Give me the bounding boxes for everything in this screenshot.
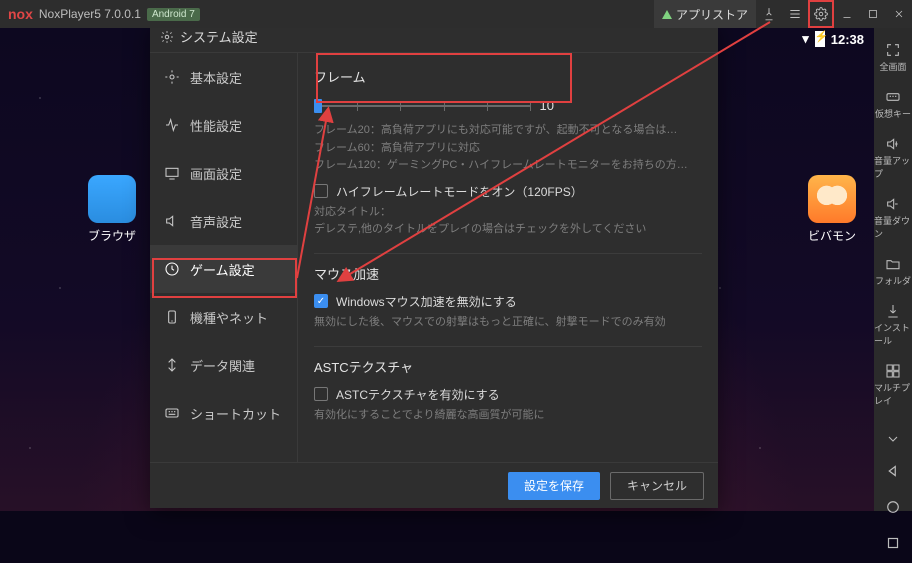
hfr-checkbox[interactable] (314, 184, 328, 198)
clock-label: 12:38 (831, 32, 864, 47)
mouse-note: 無効にした後、マウスでの射撃はもっと正確に、射撃モードでのみ有効 (314, 314, 702, 332)
sidebar-item-screen[interactable]: 画面設定 (150, 149, 297, 197)
pin-button[interactable] (756, 0, 782, 28)
maximize-button[interactable] (860, 0, 886, 28)
settings-content: フレーム 10 フレーム20：高負荷アプリにも対応可能ですが、起動不可となる場合… (298, 53, 718, 462)
hfr-checkbox-row[interactable]: ハイフレームレートモードをオン（120FPS） (314, 183, 702, 200)
toolbar-install[interactable]: インストール (874, 297, 912, 353)
dialog-title: システム設定 (180, 27, 258, 46)
sidebar-item-data[interactable]: データ関連 (150, 341, 297, 389)
desktop-icon-browser[interactable]: ブラウザ (82, 175, 142, 244)
wifi-icon: ▾ (802, 31, 809, 47)
browser-label: ブラウザ (82, 227, 142, 244)
save-button[interactable]: 設定を保存 (508, 472, 600, 500)
nav-home[interactable] (874, 493, 912, 521)
mouse-checkbox[interactable]: ✓ (314, 294, 328, 308)
right-toolbar: 全画面 仮想キー 音量アップ 音量ダウン フォルダ インストール マルチプレイ (874, 28, 912, 511)
hfr-label: ハイフレームレートモードをオン（120FPS） (336, 183, 583, 200)
frame-slider[interactable]: 10 (314, 96, 554, 116)
frame-hint-120: フレーム120：ゲーミングPC・ハイフレームレートモニターをお持ちの方… (314, 157, 702, 175)
toolbar-volume-down[interactable]: 音量ダウン (874, 190, 912, 246)
vivamon-label: ビバモン (802, 227, 862, 244)
appstore-label: アプリストア (676, 6, 748, 23)
cancel-button[interactable]: キャンセル (610, 472, 704, 500)
mouse-section-title: マウス加速 (314, 264, 702, 283)
frame-slider-thumb[interactable] (314, 99, 322, 113)
minimize-button[interactable] (834, 0, 860, 28)
play-icon (662, 10, 672, 19)
browser-icon (88, 175, 136, 223)
system-settings-dialog: システム設定 基本設定 性能設定 画面設定 音声設定 ゲーム設定 機種やネット … (150, 21, 718, 508)
frame-value: 10 (540, 98, 554, 113)
frame-section-title: フレーム (314, 67, 702, 86)
sidebar-item-audio[interactable]: 音声設定 (150, 197, 297, 245)
frame-hint-20: フレーム20：高負荷アプリにも対応可能ですが、起動不可となる場合は… (314, 122, 702, 140)
sidebar-item-device[interactable]: 機種やネット (150, 293, 297, 341)
menu-button[interactable] (782, 0, 808, 28)
battery-icon (815, 31, 825, 47)
astc-section-title: ASTCテクスチャ (314, 357, 702, 376)
hfr-note-2: デレステ,他のタイトルをプレイの場合はチェックを外してください (314, 221, 702, 239)
mouse-checkbox-row[interactable]: ✓ Windowsマウス加速を無効にする (314, 293, 702, 310)
toolbar-folder[interactable]: フォルダ (874, 250, 912, 293)
settings-sidebar: 基本設定 性能設定 画面設定 音声設定 ゲーム設定 機種やネット データ関連 シ… (150, 53, 298, 462)
nav-recent[interactable] (874, 529, 912, 557)
android-status-bar: ▾ 12:38 (802, 28, 874, 50)
toolbar-multiplay[interactable]: マルチプレイ (874, 357, 912, 413)
mouse-label: Windowsマウス加速を無効にする (336, 293, 517, 310)
toolbar-fullscreen[interactable]: 全画面 (874, 36, 912, 79)
app-title: NoxPlayer5 7.0.0.1 (39, 7, 141, 21)
gear-icon (160, 30, 174, 44)
android-badge: Android 7 (147, 8, 200, 21)
nav-back[interactable] (874, 457, 912, 485)
brand-logo: nox (8, 6, 33, 22)
hfr-note-1: 対応タイトル： (314, 204, 702, 222)
astc-checkbox[interactable] (314, 387, 328, 401)
toolbar-more[interactable] (874, 425, 912, 453)
astc-checkbox-row[interactable]: ASTCテクスチャを有効にする (314, 386, 702, 403)
desktop-icon-vivamon[interactable]: ビバモン (802, 175, 862, 244)
sidebar-item-basic[interactable]: 基本設定 (150, 53, 297, 101)
frame-hint-60: フレーム60：高負荷アプリに対応 (314, 140, 702, 158)
sidebar-item-game[interactable]: ゲーム設定 (150, 245, 297, 293)
astc-label: ASTCテクスチャを有効にする (336, 386, 500, 403)
dialog-footer: 設定を保存 キャンセル (150, 462, 718, 508)
title-bar: nox NoxPlayer5 7.0.0.1 Android 7 アプリストア (0, 0, 912, 28)
toolbar-volume-up[interactable]: 音量アップ (874, 130, 912, 186)
sidebar-item-performance[interactable]: 性能設定 (150, 101, 297, 149)
vivamon-icon (808, 175, 856, 223)
sidebar-item-shortcut[interactable]: ショートカット (150, 389, 297, 437)
appstore-button[interactable]: アプリストア (654, 0, 756, 28)
astc-note: 有効化にすることでより綺麗な高画質が可能に (314, 407, 702, 425)
settings-button[interactable] (808, 0, 834, 28)
close-button[interactable] (886, 0, 912, 28)
toolbar-virtualkey[interactable]: 仮想キー (874, 83, 912, 126)
